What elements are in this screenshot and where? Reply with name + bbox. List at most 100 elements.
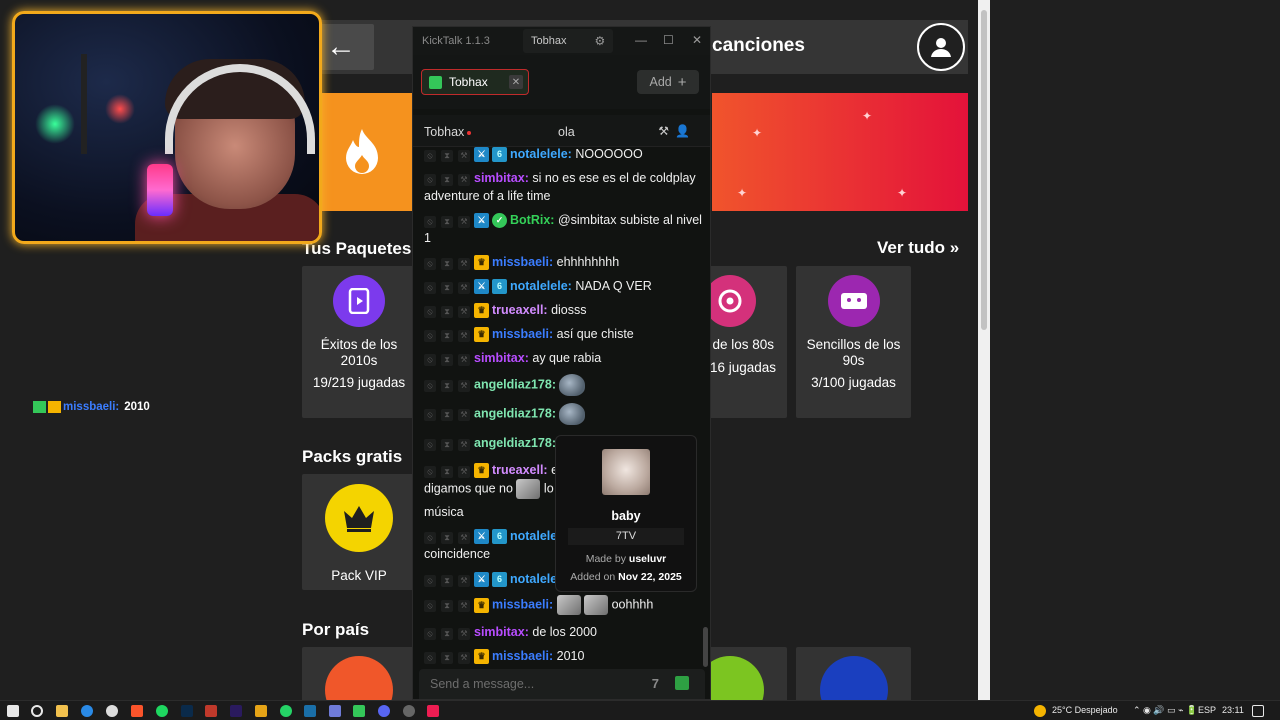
chat-message[interactable]: ⦸ ⧗ ⚒ angeldiaz178: — [424, 374, 704, 396]
pack-card[interactable]: Sencillos de los 90s 3/100 jugadas — [796, 266, 911, 418]
emote-image[interactable] — [584, 595, 609, 615]
chat-username[interactable]: BotRix: — [510, 213, 554, 227]
chat-username[interactable]: angeldiaz178: — [474, 436, 556, 450]
chat-username[interactable]: angeldiaz178: — [474, 377, 556, 391]
timeout-icon[interactable]: ⦸ — [424, 281, 436, 294]
hourglass-icon[interactable]: ⧗ — [441, 281, 453, 294]
timeout-icon[interactable]: ⦸ — [424, 380, 436, 392]
premiere-icon[interactable] — [230, 705, 242, 717]
timeout-icon[interactable]: ⦸ — [424, 257, 436, 270]
hammer-icon[interactable]: ⚒ — [458, 173, 470, 186]
emote-image[interactable] — [516, 479, 541, 499]
hammer-icon[interactable]: ⚒ — [458, 305, 470, 318]
brave-icon[interactable] — [131, 705, 143, 717]
hourglass-icon[interactable]: ⧗ — [441, 173, 453, 186]
hourglass-icon[interactable]: ⧗ — [441, 353, 453, 366]
hammer-icon[interactable]: ⚒ — [458, 281, 470, 294]
hourglass-icon[interactable]: ⧗ — [441, 257, 453, 270]
close-tab-icon[interactable]: ✕ — [509, 75, 523, 89]
obs-icon[interactable] — [403, 705, 415, 717]
pack-card[interactable]: Éxitos de los 2010s 19/219 jugadas — [302, 266, 416, 418]
chat-scrollbar-thumb[interactable] — [703, 627, 708, 667]
chat-username[interactable]: notalele — [510, 572, 557, 586]
account-pill[interactable]: Tobhax ⚙ — [523, 29, 613, 53]
view-all-link[interactable]: Ver tudo » — [877, 238, 959, 258]
hammer-icon[interactable]: ⚒ — [458, 600, 470, 612]
chat-message[interactable]: ⦸ ⧗ ⚒ ⚔ 6 notalelele: NOOOOOO — [424, 147, 704, 163]
hourglass-icon[interactable]: ⧗ — [441, 465, 453, 478]
page-scrollbar[interactable] — [978, 0, 990, 700]
chat-username[interactable]: missbaeli: — [492, 597, 553, 611]
chat-message[interactable]: ⦸ ⧗ ⚒ ♛ missbaeli: oohhhh — [424, 595, 704, 615]
gear-icon[interactable]: ⚙ — [594, 34, 605, 48]
hammer-icon[interactable]: ⚒ — [458, 380, 470, 392]
chat-message[interactable]: ⦸ ⧗ ⚒ ⚔ ✓ BotRix: @simbitax subiste al nivel … — [424, 211, 704, 247]
edge-icon[interactable] — [81, 705, 93, 717]
timeout-icon[interactable]: ⦸ — [424, 651, 436, 664]
minimize-icon[interactable]: — — [635, 33, 647, 47]
maximize-icon[interactable]: ☐ — [663, 33, 674, 47]
message-input[interactable] — [419, 669, 619, 699]
hammer-icon[interactable]: ⚒ — [458, 574, 470, 587]
close-icon[interactable]: ✕ — [692, 33, 702, 47]
chrome-icon[interactable] — [106, 705, 118, 717]
hammer-icon[interactable]: ⚒ — [458, 651, 470, 664]
chat-username[interactable]: simbitax: — [474, 171, 529, 185]
hourglass-icon[interactable]: ⧗ — [441, 627, 453, 640]
chat-message[interactable]: ⦸ ⧗ ⚒ ⚔ 6 notalelele: NADA Q VER — [424, 277, 704, 295]
chat-username[interactable]: missbaeli: — [492, 255, 553, 269]
user-icon[interactable]: 👤 — [675, 124, 696, 138]
hammer-icon[interactable]: ⚒ — [458, 353, 470, 366]
chat-username[interactable]: simbitax: — [474, 625, 529, 639]
chat-username[interactable]: missbaeli: — [492, 327, 553, 341]
chat-message[interactable]: ⦸ ⧗ ⚒ simbitax: si no es ese es el de coldp… — [424, 169, 704, 205]
emote-image[interactable] — [559, 403, 586, 425]
hammer-icon[interactable]: ⚒ — [458, 149, 470, 162]
windows-start-icon[interactable] — [7, 705, 19, 717]
app-icon[interactable] — [255, 705, 267, 717]
pack-card-vip[interactable]: Pack VIP — [302, 474, 416, 590]
language-indicator[interactable]: ESP — [1198, 705, 1216, 715]
hammer-icon[interactable]: ⚒ — [458, 627, 470, 640]
photoshop-icon[interactable] — [181, 705, 193, 717]
emote-image[interactable] — [556, 595, 581, 615]
weather-text[interactable]: 25°C Despejado — [1052, 705, 1118, 715]
chat-message[interactable]: ⦸ ⧗ ⚒ ♛ missbaeli: 2010 — [424, 647, 704, 665]
kicktalk-icon[interactable] — [353, 705, 365, 717]
hourglass-icon[interactable]: ⧗ — [441, 380, 453, 392]
emote-image[interactable] — [559, 374, 586, 396]
timeout-icon[interactable]: ⦸ — [424, 353, 436, 366]
timeout-icon[interactable]: ⦸ — [424, 215, 436, 228]
chat-username[interactable]: notalele — [510, 529, 557, 543]
timeout-icon[interactable]: ⦸ — [424, 438, 436, 451]
timeout-icon[interactable]: ⦸ — [424, 531, 436, 544]
chat-message[interactable]: ⦸ ⧗ ⚒ simbitax: ay que rabia — [424, 349, 704, 367]
account-button[interactable] — [917, 23, 965, 71]
spotify-icon[interactable] — [156, 705, 168, 717]
chat-message[interactable]: ⦸ ⧗ ⚒ ♛ missbaeli: ehhhhhhhh — [424, 253, 704, 271]
chat-message[interactable]: ⦸ ⧗ ⚒ ♛ missbaeli: así que chiste — [424, 325, 704, 343]
discord-icon[interactable] — [378, 705, 390, 717]
hourglass-icon[interactable]: ⧗ — [441, 600, 453, 612]
timeout-icon[interactable]: ⦸ — [424, 600, 436, 612]
add-channel-button[interactable]: Add + — [637, 70, 699, 94]
7tv-emote-icon[interactable]: 7 — [652, 676, 659, 691]
hourglass-icon[interactable]: ⧗ — [441, 409, 453, 421]
app-icon[interactable] — [329, 705, 341, 717]
tiktok-icon[interactable] — [427, 705, 439, 717]
hourglass-icon[interactable]: ⧗ — [441, 438, 453, 451]
chat-message[interactable]: ⦸ ⧗ ⚒ angeldiaz178: — [424, 403, 704, 425]
timeout-icon[interactable]: ⦸ — [424, 329, 436, 342]
chat-username[interactable]: simbitax: — [474, 351, 529, 365]
timeout-icon[interactable]: ⦸ — [424, 574, 436, 587]
timeout-icon[interactable]: ⦸ — [424, 627, 436, 640]
banner-featured[interactable]: ✦ ✦ ✦ ✦ — [712, 93, 968, 211]
hourglass-icon[interactable]: ⧗ — [441, 574, 453, 587]
timeout-icon[interactable]: ⦸ — [424, 305, 436, 318]
notifications-icon[interactable] — [1252, 705, 1264, 717]
chat-username[interactable]: notalelele: — [510, 279, 572, 293]
clock[interactable]: 23:11 — [1222, 705, 1244, 715]
chat-username[interactable]: trueaxell: — [492, 463, 548, 477]
hammer-icon[interactable]: ⚒ — [458, 329, 470, 342]
search-icon[interactable] — [31, 705, 43, 717]
